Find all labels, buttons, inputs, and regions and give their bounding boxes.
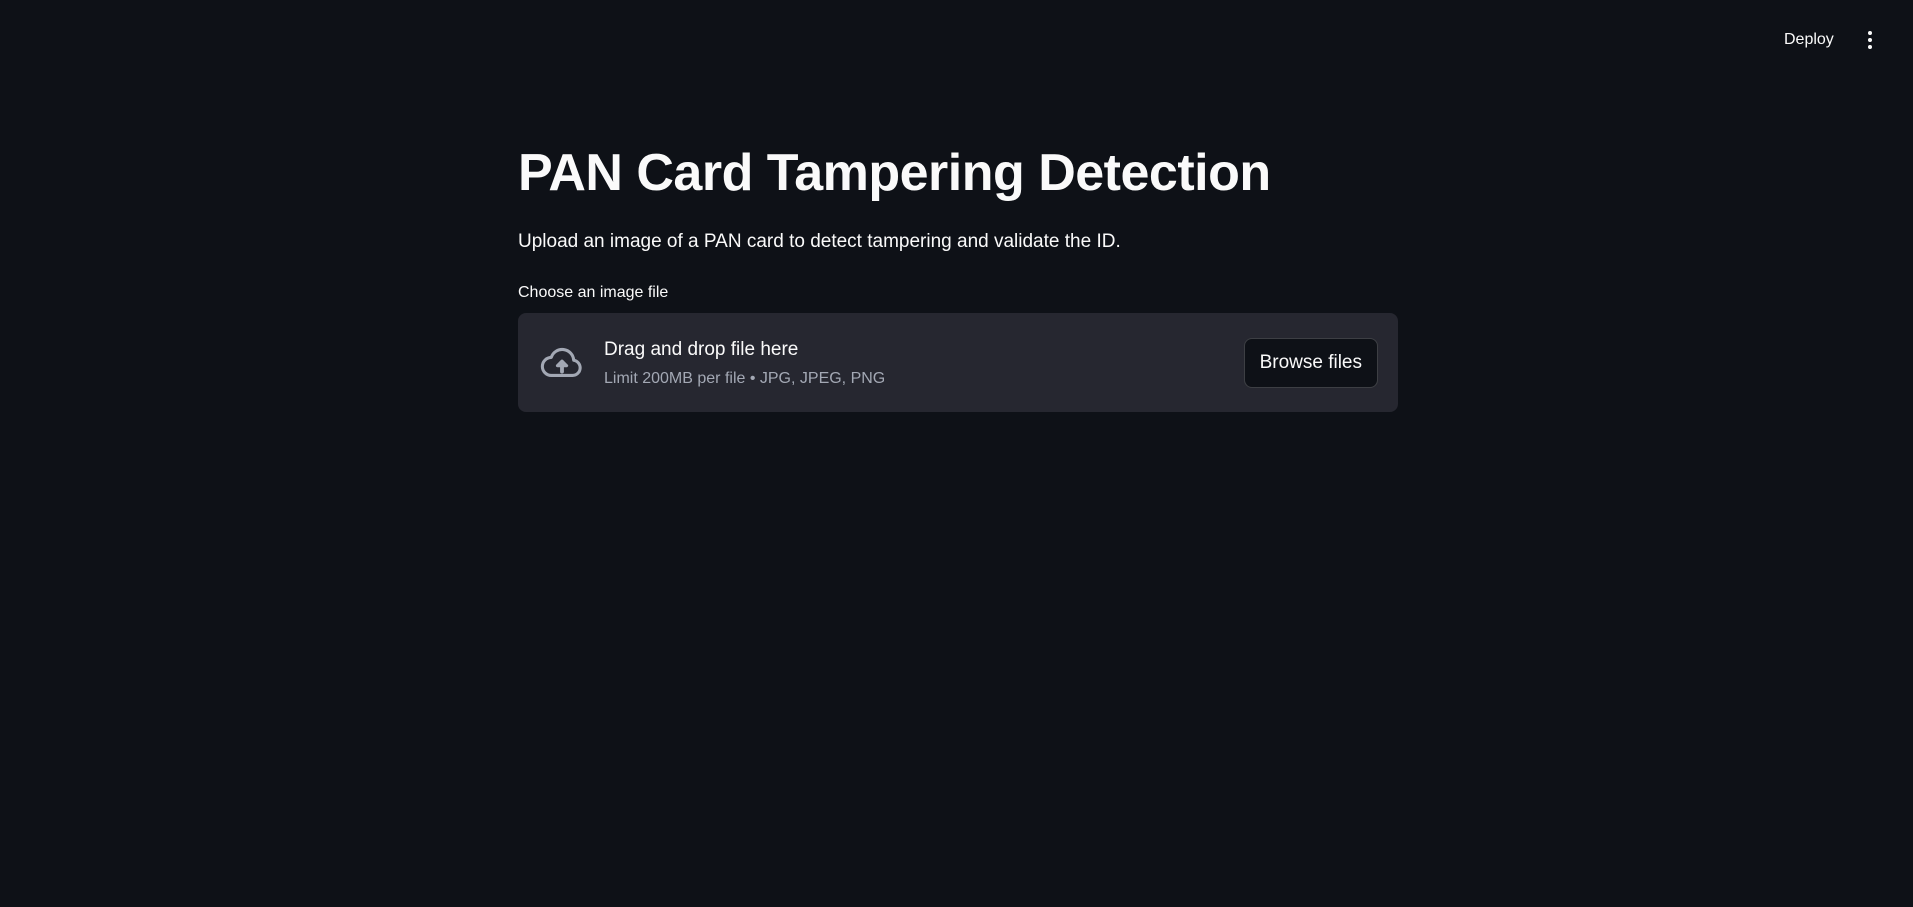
dropzone-text: Drag and drop file here Limit 200MB per … (604, 337, 885, 389)
file-dropzone[interactable]: Drag and drop file here Limit 200MB per … (518, 313, 1398, 412)
deploy-button[interactable]: Deploy (1774, 26, 1844, 54)
more-vertical-icon-dot (1868, 45, 1872, 49)
more-vertical-icon (1868, 31, 1872, 35)
page-subtitle: Upload an image of a PAN card to detect … (518, 231, 1121, 252)
page-title: PAN Card Tampering Detection (518, 144, 1271, 202)
cloud-upload-icon (538, 339, 586, 387)
dropzone-limit-text: Limit 200MB per file • JPG, JPEG, PNG (604, 369, 886, 387)
dropzone-instructions: Drag and drop file here (604, 338, 799, 360)
browse-files-button[interactable]: Browse files (1243, 337, 1378, 388)
more-vertical-icon-dot (1868, 38, 1872, 42)
file-uploader-label: Choose an image file (518, 284, 669, 301)
top-bar: Deploy (0, 0, 1913, 80)
app-root: Deploy PAN Card Tampering Detection Uplo… (0, 0, 1913, 907)
main-menu-button[interactable] (1858, 24, 1882, 56)
